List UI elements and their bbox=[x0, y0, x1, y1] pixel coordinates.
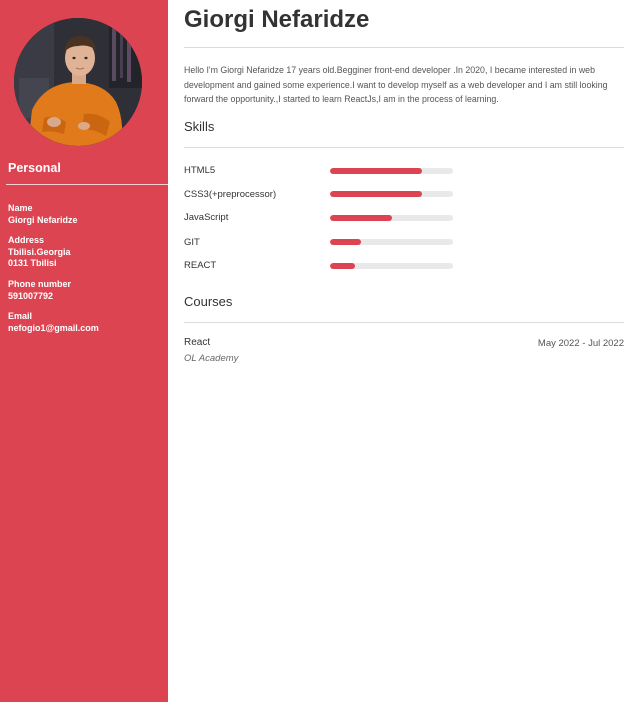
skill-bar-track bbox=[330, 168, 453, 174]
address-line-2: 0131 Tbilisi bbox=[8, 258, 57, 268]
skill-bar-track bbox=[330, 263, 453, 269]
skill-bar-fill bbox=[330, 168, 423, 174]
sidebar: Personal Name Giorgi Nefaridze Address T… bbox=[0, 0, 168, 702]
email-label: Email bbox=[8, 311, 33, 321]
profile-photo bbox=[14, 18, 142, 146]
page-title: Giorgi Nefaridze bbox=[184, 6, 370, 33]
personal-heading: Personal bbox=[8, 161, 61, 175]
address-line-1: Tbilisi.Georgia bbox=[8, 246, 71, 257]
sidebar-divider bbox=[6, 184, 168, 185]
skill-name: JavaScript bbox=[184, 212, 229, 223]
name-info: Name Giorgi Nefaridze bbox=[8, 203, 78, 226]
course-organization: OL Academy bbox=[184, 353, 239, 364]
avatar bbox=[14, 18, 142, 146]
phone-value: 591007792 bbox=[8, 290, 54, 301]
title-divider bbox=[184, 47, 624, 48]
address-label: Address bbox=[8, 235, 45, 245]
bio-text: Hello I'm Giorgi Nefaridze 17 years old.… bbox=[184, 65, 608, 104]
skills-heading: Skills bbox=[184, 119, 215, 134]
skill-name: REACT bbox=[184, 260, 217, 271]
course-name: React bbox=[184, 337, 211, 348]
resume-page: Personal Name Giorgi Nefaridze Address T… bbox=[0, 0, 632, 702]
skill-bar-fill bbox=[330, 215, 392, 221]
phone-info: Phone number 591007792 bbox=[8, 279, 71, 302]
skill-name: GIT bbox=[184, 237, 200, 248]
email-value[interactable]: nefogio1@gmail.com bbox=[8, 323, 99, 335]
skill-bar-fill bbox=[330, 239, 361, 245]
skill-bar-fill bbox=[330, 191, 423, 197]
course-dates: May 2022 - Jul 2022 bbox=[537, 338, 624, 349]
skill-bar-track bbox=[330, 215, 453, 221]
courses-heading: Courses bbox=[184, 294, 233, 309]
address-info: Address Tbilisi.Georgia 0131 Tbilisi bbox=[8, 235, 71, 270]
skill-name: HTML5 bbox=[184, 165, 216, 176]
skill-name: CSS3(+preprocessor) bbox=[184, 189, 277, 200]
name-label: Name bbox=[8, 203, 33, 213]
skill-bar-fill bbox=[330, 263, 355, 269]
phone-label: Phone number bbox=[8, 279, 72, 289]
skill-bar-track bbox=[330, 191, 453, 197]
skills-divider bbox=[184, 147, 624, 148]
name-value: Giorgi Nefaridze bbox=[8, 214, 78, 225]
skill-bar-track bbox=[330, 239, 453, 245]
courses-divider bbox=[184, 322, 624, 323]
email-info: Email nefogio1@gmail.com bbox=[8, 311, 99, 334]
